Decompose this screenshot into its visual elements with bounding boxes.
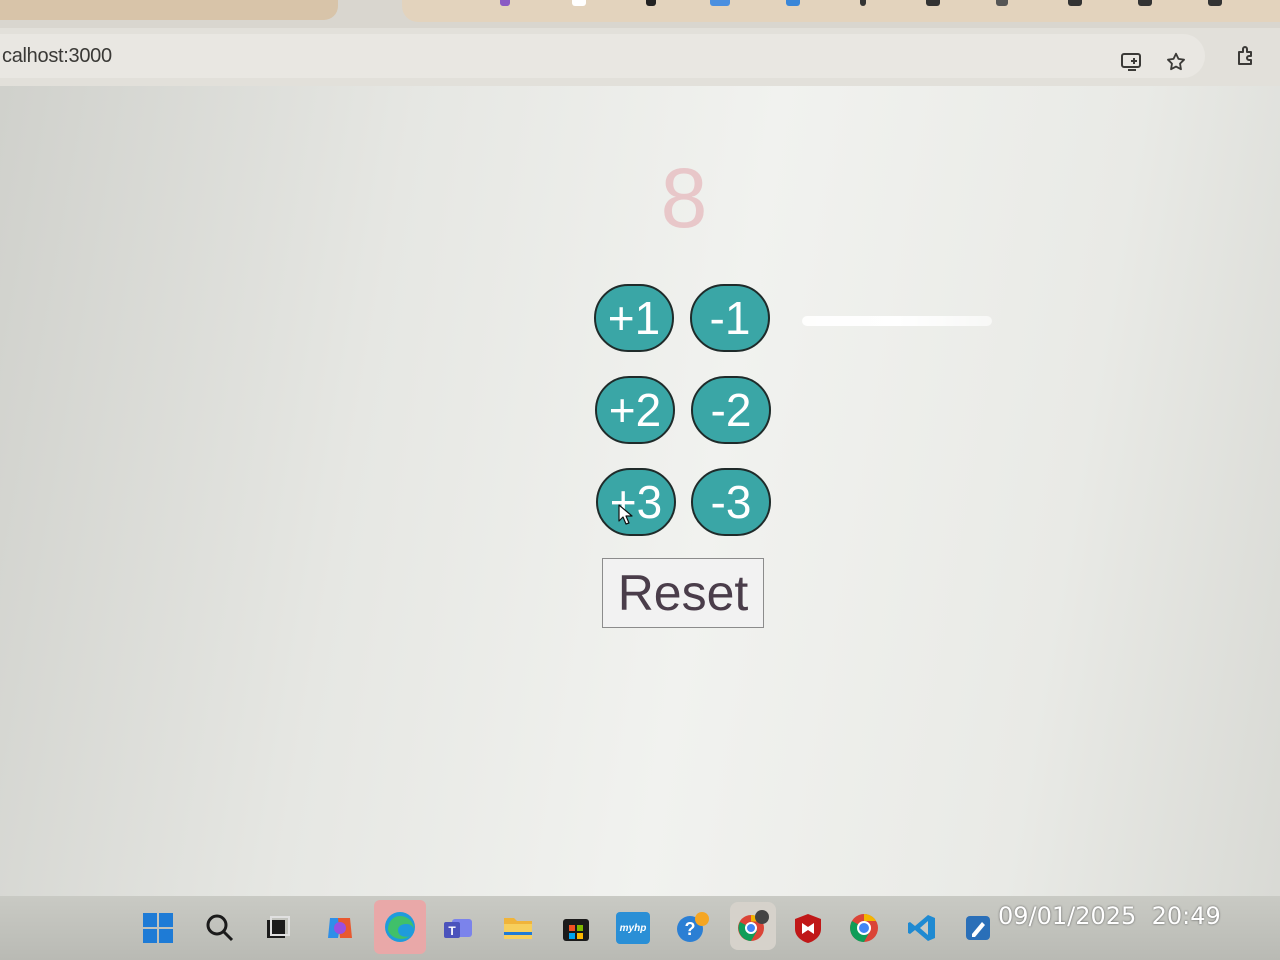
task-view-icon[interactable]	[260, 910, 296, 946]
decrement-1-button[interactable]: -1	[690, 284, 770, 352]
increment-1-button[interactable]: +1	[594, 284, 674, 352]
edge-icon[interactable]	[374, 900, 426, 954]
tab-favicon	[1138, 0, 1152, 6]
teams-icon[interactable]: T	[440, 910, 476, 946]
tab-favicon	[1208, 0, 1222, 6]
svg-text:T: T	[448, 924, 456, 938]
app-icon[interactable]	[960, 910, 996, 946]
search-icon[interactable]	[202, 910, 238, 946]
decrement-2-button[interactable]: -2	[691, 376, 771, 444]
address-bar[interactable]: calhost:3000	[0, 34, 1205, 78]
taskbar-clock[interactable]: 09/01/2025 20:49	[998, 902, 1221, 930]
date-text: 09/01/2025	[998, 902, 1137, 930]
mcafee-icon[interactable]	[790, 910, 826, 946]
file-explorer-icon[interactable]	[500, 910, 536, 946]
tab-favicon	[500, 0, 510, 6]
screen: calhost:3000 8 +1 -1 +2 -2 +3 -3 Reset T…	[0, 0, 1280, 960]
tab-favicon	[860, 0, 866, 6]
screen-glare	[802, 316, 992, 326]
tab-favicon	[786, 0, 800, 6]
bookmark-star-icon[interactable]	[1164, 50, 1188, 74]
browser-toolbar: calhost:3000	[0, 28, 1280, 86]
chrome-icon[interactable]	[846, 910, 882, 946]
tab-favicon	[572, 0, 586, 6]
chrome-profile-icon[interactable]	[730, 902, 776, 950]
mouse-cursor-icon	[618, 504, 633, 525]
page-content: 8 +1 -1 +2 -2 +3 -3 Reset	[0, 86, 1280, 896]
url-text[interactable]: calhost:3000	[2, 45, 112, 68]
svg-text:?: ?	[685, 919, 696, 939]
reset-button[interactable]: Reset	[602, 558, 764, 628]
store-icon[interactable]	[558, 910, 594, 946]
extensions-icon[interactable]	[1234, 44, 1258, 68]
tab-favicon	[926, 0, 940, 6]
tab-favicon	[1068, 0, 1082, 6]
install-app-icon[interactable]	[1120, 50, 1144, 74]
help-icon[interactable]: ?	[674, 910, 710, 946]
windows-start-icon[interactable]	[140, 910, 176, 946]
decrement-3-button[interactable]: -3	[691, 468, 771, 536]
counter-value: 8	[660, 151, 708, 245]
vscode-icon[interactable]	[904, 910, 940, 946]
browser-tab[interactable]	[0, 0, 338, 20]
tab-favicon	[996, 0, 1008, 6]
time-text: 20:49	[1151, 902, 1221, 930]
browser-tab[interactable]	[402, 0, 1280, 22]
increment-3-button[interactable]: +3	[596, 468, 676, 536]
increment-2-button[interactable]: +2	[595, 376, 675, 444]
myhp-icon[interactable]: myhp	[616, 912, 650, 944]
tab-favicon	[646, 0, 656, 6]
tab-strip	[0, 0, 1280, 28]
copilot-icon[interactable]	[322, 910, 358, 946]
taskbar: T myhp ? 09/01/2025 20:49	[0, 896, 1280, 960]
tab-favicon	[710, 0, 730, 6]
